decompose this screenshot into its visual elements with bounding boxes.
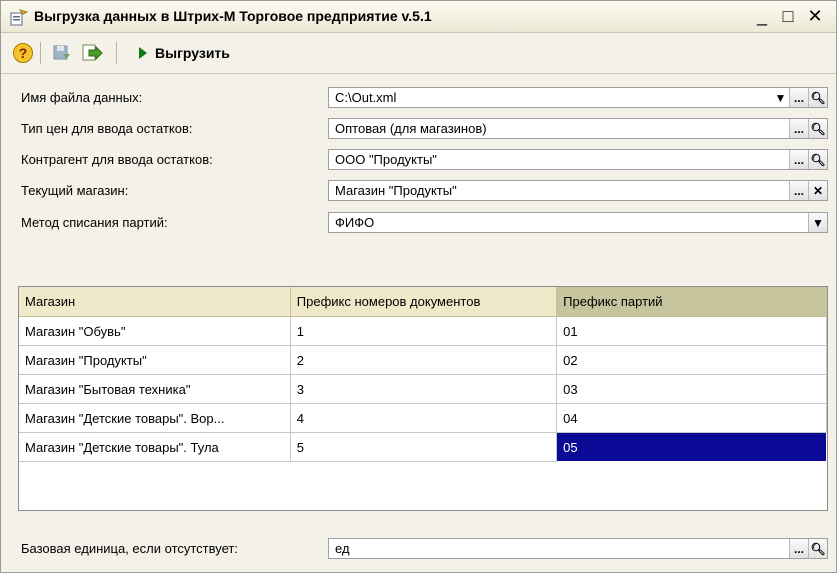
- column-header-store[interactable]: Магазин: [19, 287, 291, 317]
- store-label: Текущий магазин:: [21, 183, 129, 198]
- disk-icon[interactable]: [51, 42, 73, 64]
- export-window: Выгрузка данных в Штрих-М Торговое предп…: [0, 0, 837, 573]
- table-cell[interactable]: 4: [290, 403, 558, 433]
- writeoff-value[interactable]: ФИФО: [335, 215, 374, 230]
- svg-text:?: ?: [19, 45, 28, 61]
- search-icon[interactable]: 🔍︎: [808, 119, 827, 138]
- store-value[interactable]: Магазин "Продукты": [335, 183, 457, 198]
- writeoff-select[interactable]: ФИФО ▼: [328, 212, 828, 233]
- table-cell[interactable]: 1: [290, 316, 558, 346]
- writeoff-label: Метод списания партий:: [21, 215, 168, 230]
- counterparty-value[interactable]: ООО "Продукты": [335, 152, 437, 167]
- table-row[interactable]: Магазин "Продукты" 2 02: [19, 345, 827, 375]
- close-button[interactable]: ✕: [804, 5, 826, 27]
- maximize-button[interactable]: □: [777, 5, 799, 27]
- toolbar-separator: [116, 42, 117, 64]
- export-icon[interactable]: [81, 42, 103, 64]
- window-title: Выгрузка данных в Штрих-М Торговое предп…: [34, 8, 432, 24]
- store-field[interactable]: Магазин "Продукты" ... ✕: [328, 180, 828, 201]
- search-icon[interactable]: 🔍︎: [808, 539, 827, 558]
- table-row[interactable]: Магазин "Детские товары". Тула 5 05: [19, 432, 827, 462]
- counterparty-label: Контрагент для ввода остатков:: [21, 152, 213, 167]
- export-button-label: Выгрузить: [155, 45, 230, 61]
- table-cell[interactable]: Магазин "Бытовая техника": [19, 374, 291, 404]
- table-cell-selected[interactable]: 05: [556, 432, 827, 462]
- price-type-label: Тип цен для ввода остатков:: [21, 121, 193, 136]
- base-unit-label: Базовая единица, если отсутствует:: [21, 541, 238, 556]
- stores-table[interactable]: Магазин Префикс номеров документов Префи…: [18, 286, 828, 511]
- table-cell[interactable]: 3: [290, 374, 558, 404]
- table-row[interactable]: Магазин "Детские товары". Вор... 4 04: [19, 403, 827, 433]
- dropdown-icon[interactable]: ▼: [808, 213, 827, 232]
- column-header-doc-prefix[interactable]: Префикс номеров документов: [290, 287, 558, 317]
- file-label: Имя файла данных:: [21, 90, 143, 105]
- table-row[interactable]: Магазин "Бытовая техника" 3 03: [19, 374, 827, 404]
- table-cell[interactable]: Магазин "Детские товары". Тула: [19, 432, 291, 462]
- price-type-field[interactable]: Оптовая (для магазинов) ... 🔍︎: [328, 118, 828, 139]
- counterparty-field[interactable]: ООО "Продукты" ... 🔍︎: [328, 149, 828, 170]
- table-cell[interactable]: Магазин "Обувь": [19, 316, 291, 346]
- table-cell[interactable]: 04: [556, 403, 827, 433]
- table-cell[interactable]: 02: [556, 345, 827, 375]
- dropdown-icon[interactable]: ▼: [771, 88, 790, 107]
- minimize-button[interactable]: _: [751, 5, 773, 27]
- table-cell[interactable]: 2: [290, 345, 558, 375]
- ellipsis-icon[interactable]: ...: [789, 150, 808, 169]
- toolbar: ? Выгрузить: [1, 33, 836, 74]
- table-cell[interactable]: Магазин "Продукты": [19, 345, 291, 375]
- toolbar-separator: [40, 42, 41, 64]
- file-field[interactable]: C:\Out.xml ▼ ... 🔍︎: [328, 87, 828, 108]
- help-icon[interactable]: ?: [12, 42, 34, 64]
- search-icon[interactable]: 🔍︎: [808, 88, 827, 107]
- table-cell[interactable]: 01: [556, 316, 827, 346]
- column-header-batch-prefix[interactable]: Префикс партий: [556, 287, 827, 317]
- export-button[interactable]: Выгрузить: [133, 41, 230, 65]
- play-icon: [139, 47, 147, 59]
- table-header-row: Магазин Префикс номеров документов Префи…: [19, 287, 827, 317]
- title-bar: Выгрузка данных в Штрих-М Торговое предп…: [1, 1, 836, 33]
- price-type-value[interactable]: Оптовая (для магазинов): [335, 121, 487, 136]
- search-icon[interactable]: 🔍︎: [808, 150, 827, 169]
- base-unit-value[interactable]: ед: [335, 541, 350, 556]
- ellipsis-icon[interactable]: ...: [789, 539, 808, 558]
- form-icon: [10, 9, 28, 26]
- ellipsis-icon[interactable]: ...: [789, 88, 808, 107]
- base-unit-field[interactable]: ед ... 🔍︎: [328, 538, 828, 559]
- table-cell[interactable]: Магазин "Детские товары". Вор...: [19, 403, 291, 433]
- ellipsis-icon[interactable]: ...: [789, 119, 808, 138]
- ellipsis-icon[interactable]: ...: [789, 181, 808, 200]
- table-row[interactable]: Магазин "Обувь" 1 01: [19, 316, 827, 346]
- file-value[interactable]: C:\Out.xml: [335, 90, 396, 105]
- clear-icon[interactable]: ✕: [808, 181, 827, 200]
- table-cell[interactable]: 5: [290, 432, 558, 462]
- table-cell[interactable]: 03: [556, 374, 827, 404]
